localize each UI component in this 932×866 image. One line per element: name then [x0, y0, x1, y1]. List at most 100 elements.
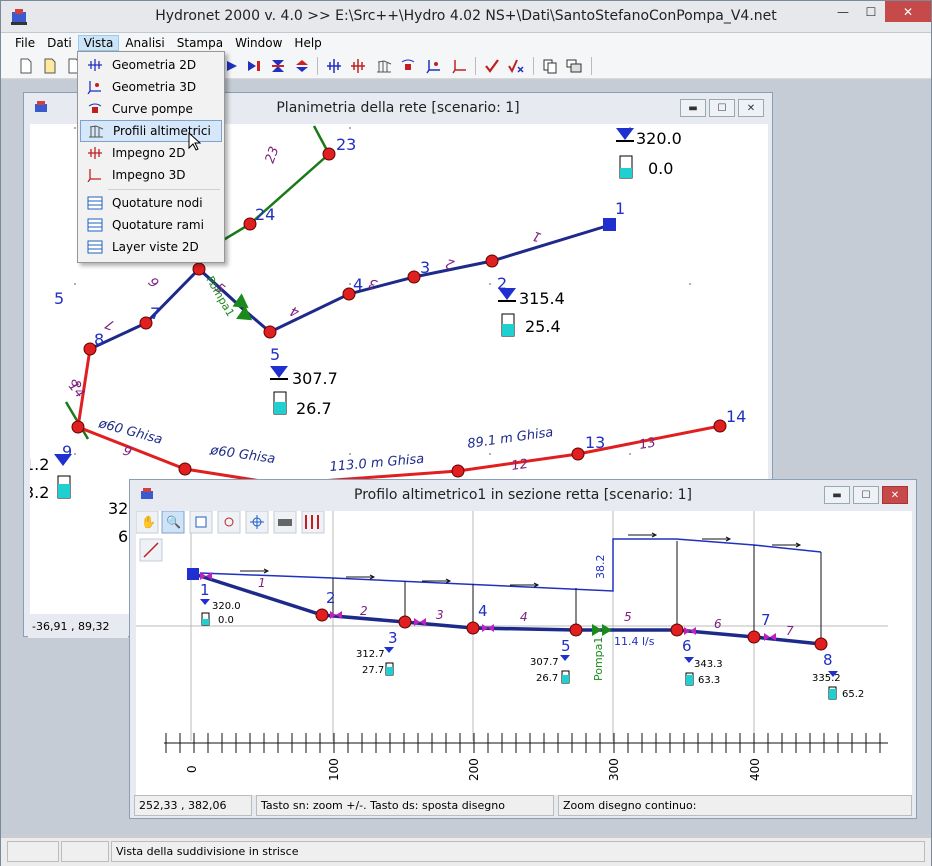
pressure-value: 27.7 — [362, 665, 384, 676]
new-file-icon[interactable] — [17, 57, 35, 75]
minimize-button[interactable]: ▬ — [680, 99, 706, 117]
open-file-icon[interactable] — [41, 57, 59, 75]
application-window: Hydronet 2000 v. 4.0 >> E:\Src++\Hydro 4… — [0, 0, 932, 866]
pressure-value: 3.2 — [30, 483, 49, 502]
profile-icon[interactable] — [375, 57, 393, 75]
svg-text:✋: ✋ — [141, 515, 156, 529]
vista-dropdown-menu: Geometria 2D Geometria 3D Curve pompe Pr… — [77, 51, 225, 263]
head-value: 312.7 — [356, 649, 385, 660]
impegno-2d-icon — [84, 144, 106, 162]
maximize-button[interactable]: ☐ — [853, 486, 879, 504]
menu-vista[interactable]: Vista — [77, 35, 120, 51]
close-button[interactable]: ✕ — [738, 99, 764, 117]
profilo-title-bar[interactable]: Profilo altimetrico1 in sezione retta [s… — [130, 480, 916, 510]
node-label: 5 — [561, 637, 571, 655]
pressure-value: 0.0 — [218, 615, 234, 626]
maximize-button[interactable]: ☐ — [857, 1, 885, 22]
menu-item-quotature-nodi[interactable]: Quotature nodi — [80, 192, 222, 214]
menu-bar: File Dati Vista Analisi Stampa Window He… — [1, 33, 931, 53]
title-bar: Hydronet 2000 v. 4.0 >> E:\Src++\Hydro 4… — [1, 1, 931, 33]
node-label: 6 — [682, 637, 692, 655]
maximize-button[interactable]: ☐ — [709, 99, 735, 117]
head-value: 1.2 — [30, 455, 49, 474]
flow-label: 11.4 l/s — [614, 635, 655, 648]
node-label: 4 — [353, 275, 363, 294]
status-message: Vista della suddivisione in strisce — [111, 841, 925, 862]
node-label: 23 — [336, 135, 356, 154]
minimize-button[interactable]: — — [829, 1, 857, 22]
menu-analisi[interactable]: Analisi — [119, 35, 170, 51]
impegno-2d-icon[interactable] — [349, 57, 367, 75]
window-title: Hydronet 2000 v. 4.0 >> E:\Src++\Hydro 4… — [155, 8, 777, 24]
pump-curve-icon — [84, 100, 106, 118]
profilo-title: Profilo altimetrico1 in sezione retta [s… — [354, 487, 692, 503]
menu-item-impegno-3d[interactable]: Impegno 3D — [80, 164, 222, 186]
table-icon — [84, 216, 106, 234]
node-label: 3 — [388, 629, 398, 647]
play-icon[interactable] — [223, 57, 241, 75]
pipe-label: 3 — [367, 275, 379, 292]
copy-icon[interactable] — [541, 57, 559, 75]
node-label: 5 — [54, 289, 64, 308]
expand-icon[interactable] — [293, 57, 311, 75]
zoom-window-icon[interactable] — [217, 510, 241, 534]
pressure-value: 25.4 — [525, 317, 561, 336]
pipe-text: ø60 Ghisa — [208, 443, 276, 467]
menu-window[interactable]: Window — [229, 35, 288, 51]
step-icon[interactable] — [245, 57, 263, 75]
node-label: 1 — [200, 581, 210, 599]
check-icon[interactable] — [483, 57, 501, 75]
check-error-icon[interactable] — [507, 57, 525, 75]
impegno-3d-icon[interactable] — [451, 57, 469, 75]
menu-item-layer-viste-2d[interactable]: Layer viste 2D — [80, 236, 222, 258]
head-value: 32 — [108, 499, 128, 518]
pipe-label: 1 — [530, 227, 543, 244]
close-button[interactable]: ✕ — [882, 486, 908, 504]
axis-label: 200 — [467, 758, 481, 781]
geometry-2d-icon[interactable] — [325, 57, 343, 75]
pump-curve-icon[interactable] — [399, 57, 417, 75]
head-gain-label: 38.2 — [594, 555, 607, 580]
profilo-window[interactable]: Profilo altimetrico1 in sezione retta [s… — [129, 479, 917, 819]
pipe-label: 3 — [436, 608, 444, 622]
node-label: 4 — [478, 602, 488, 620]
pipe-label: 23 — [263, 145, 283, 166]
geometry-3d-icon[interactable] — [425, 57, 443, 75]
pipe-text: 89.1 m Ghisa — [466, 425, 554, 452]
node-label: 5 — [270, 345, 280, 364]
node-label: 8 — [94, 330, 104, 349]
pipe-text: 113.0 m Ghisa — [329, 452, 425, 475]
profilo-canvas[interactable]: ✋ 🔍 1 2 3 4 5 6 7 8 1 2 3 4 5 6 7 38.2 P… — [135, 510, 912, 795]
minimize-button[interactable]: ▬ — [824, 486, 850, 504]
collapse-icon[interactable] — [269, 57, 287, 75]
pipe-label: 9 — [121, 444, 134, 461]
node-label: 2 — [326, 589, 336, 607]
tile-windows-icon[interactable] — [565, 57, 583, 75]
profilo-hint: Tasto sn: zoom +/-. Tasto ds: sposta dis… — [256, 795, 554, 816]
pipe-label: 7 — [786, 624, 794, 638]
geometry-2d-icon — [84, 56, 106, 74]
axis-label: 400 — [748, 758, 762, 781]
menu-dati[interactable]: Dati — [41, 35, 78, 51]
svg-text:🔍: 🔍 — [166, 514, 181, 529]
menu-item-quotature-rami[interactable]: Quotature rami — [80, 214, 222, 236]
node-label: 8 — [823, 651, 833, 669]
menu-item-curve-pompe[interactable]: Curve pompe — [80, 98, 222, 120]
pipe-label: 6 — [714, 617, 722, 631]
pressure-value: 26.7 — [536, 673, 558, 684]
axis-label: 300 — [607, 758, 621, 781]
head-value: 320.0 — [636, 129, 682, 148]
menu-file[interactable]: File — [9, 35, 41, 51]
geometry-3d-icon — [84, 78, 106, 96]
axis-label: 100 — [327, 758, 341, 781]
menu-item-geometria-3d[interactable]: Geometria 3D — [80, 76, 222, 98]
pipe-text: ø60 Ghisa — [96, 416, 164, 448]
node-label: 13 — [585, 433, 605, 452]
menu-item-geometria-2d[interactable]: Geometria 2D — [80, 54, 222, 76]
menu-stampa[interactable]: Stampa — [171, 35, 229, 51]
pipe-label: 2 — [360, 604, 368, 618]
close-button[interactable]: ✕ — [885, 1, 931, 22]
status-cell-empty — [61, 841, 109, 862]
profilo-zoom: Zoom disegno continuo: — [558, 795, 912, 816]
menu-help[interactable]: Help — [288, 35, 327, 51]
